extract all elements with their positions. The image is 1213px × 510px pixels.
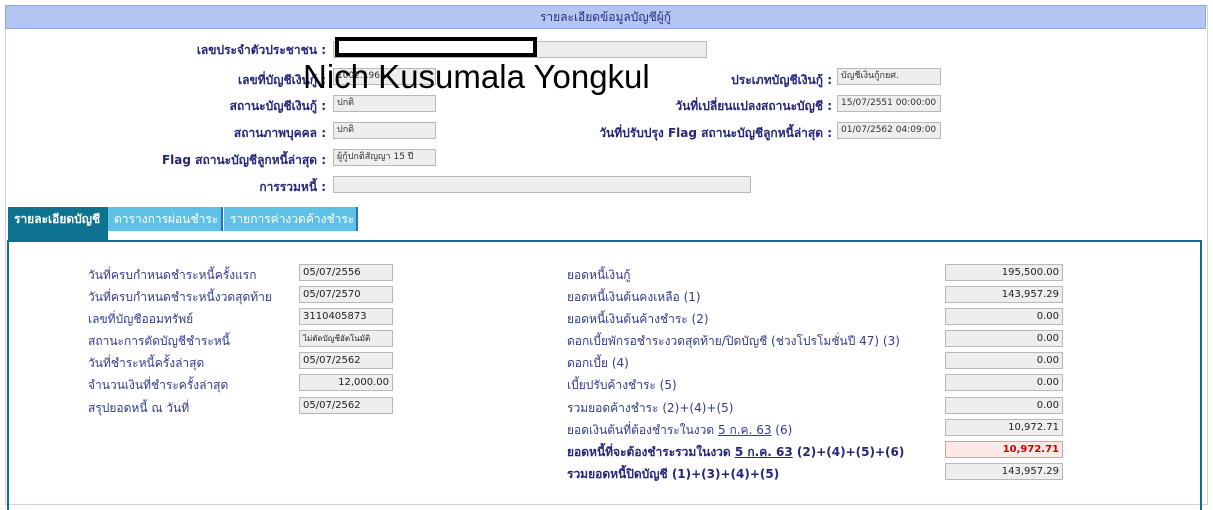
page-title: รายละเอียดข้อมูลบัญชีผู้กู้ [5,5,1206,29]
last-payment-date-field[interactable]: 05/07/2562 [299,352,393,369]
savings-account-field[interactable]: 3110405873 [299,308,393,325]
installment-principal-field[interactable]: 10,972.71 [945,419,1063,436]
last-due-date-label: วันที่ครบกำหนดชำระหนี้งวดสุดท้าย [88,290,272,304]
redaction-box [335,37,537,57]
total-overdue-field[interactable]: 0.00 [945,397,1063,414]
loan-type-label: ประเภทบัญชีเงินกู้ : [731,73,832,87]
debt-merge-label: การรวมหนี้ : [259,180,326,194]
payoff-total-field[interactable]: 143,957.29 [945,463,1063,480]
last-due-date-field[interactable]: 05/07/2570 [299,286,393,303]
principal-remaining-field[interactable]: 143,957.29 [945,286,1063,303]
first-due-date-label: วันที่ครบกำหนดชำระหนี้ครั้งแรก [88,268,257,282]
penalty-field[interactable]: 0.00 [945,374,1063,391]
first-due-date-field[interactable]: 05/07/2556 [299,264,393,281]
loan-status-label: สถานะบัญชีเงินกู้ : [229,99,326,113]
principal-remaining-label: ยอดหนี้เงินต้นคงเหลือ (1) [567,290,701,304]
auto-debit-status-field[interactable]: ไม่ตัดบัญชีอัตโนมัติ [299,330,393,347]
tab-payment-schedule[interactable]: ตารางการผ่อนชำระ [108,207,223,231]
savings-account-label: เลขที่บัญชีออมทรัพย์ [88,312,194,326]
auto-debit-status-label: สถานะการตัดบัญชีชำระหนี้ [88,334,230,348]
loan-status-field[interactable]: ปกติ [333,95,436,112]
payoff-total-label: รวมยอดหนี้ปิดบัญชี (1)+(3)+(4)+(5) [567,467,780,481]
penalty-label: เบี้ยปรับค้างชำระ (5) [567,378,677,392]
last-payment-amount-label: จำนวนเงินที่ชำระครั้งล่าสุด [88,378,229,392]
flag-status-label: Flag สถานะบัญชีลูกหนี้ล่าสุด : [161,153,326,167]
total-overdue-label: รวมยอดค้างชำระ (2)+(4)+(5) [567,401,734,415]
loan-type-field[interactable]: บัญชีเงินกู้กยศ. [837,68,941,85]
person-status-label: สถานภาพบุคคล : [233,126,326,140]
total-due-date: 5 ก.ค. 63 [734,445,793,459]
loan-amount-field[interactable]: 195,500.00 [945,264,1063,281]
installment-principal-label: ยอดเงินต้นที่ต้องชำระในงวด 5 ก.ค. 63 (6) [567,423,793,437]
tab-account-details[interactable]: รายละเอียดบัญชี [8,207,108,240]
deferred-interest-field[interactable]: 0.00 [945,330,1063,347]
status-change-date-label: วันที่เปลี่ยนแปลงสถานะบัญชี : [675,99,832,113]
last-payment-amount-field[interactable]: 12,000.00 [299,374,393,391]
flag-status-field[interactable]: ผู้กู้ปกติสัญญา 15 ปี [333,149,436,166]
debt-merge-field[interactable] [333,176,751,193]
interest-label: ดอกเบี้ย (4) [567,356,629,370]
overlay-name-text: Nich Kusumala Yongkul [303,58,650,95]
installment-date: 5 ก.ค. 63 [718,423,772,437]
deferred-interest-label: ดอกเบี้ยพักรอชำระงวดสุดท้าย/ปิดบัญชี (ช่… [567,334,900,348]
summary-date-label: สรุปยอดหนี้ ณ วันที่ [88,401,190,415]
principal-overdue-field[interactable]: 0.00 [945,308,1063,325]
tab-overdue-installments[interactable]: รายการค่างวดค้างชำระ [224,207,358,231]
summary-date-field[interactable]: 05/07/2562 [299,397,393,414]
interest-field[interactable]: 0.00 [945,352,1063,369]
total-due-field[interactable]: 10,972.71 [945,441,1063,458]
loan-amount-label: ยอดหนี้เงินกู้ [567,268,631,282]
last-payment-date-label: วันที่ชำระหนี้ครั้งล่าสุด [88,356,205,370]
flag-update-date-label: วันที่ปรับปรุง Flag สถานะบัญชีลูกหนี้ล่า… [599,126,832,140]
flag-update-date-field[interactable]: 01/07/2562 04:09:00 [837,122,941,139]
status-change-date-field[interactable]: 15/07/2551 00:00:00 [837,95,941,112]
person-status-field[interactable]: ปกติ [333,122,436,139]
loan-account-no-label: เลขที่บัญชีเงินกู้ : [238,73,326,87]
total-due-label: ยอดหนี้ที่จะต้องชำระรวมในงวด 5 ก.ค. 63 (… [567,445,905,459]
citizen-id-label: เลขประจำตัวประชาชน : [196,43,326,57]
principal-overdue-label: ยอดหนี้เงินต้นค้างชำระ (2) [567,312,709,326]
